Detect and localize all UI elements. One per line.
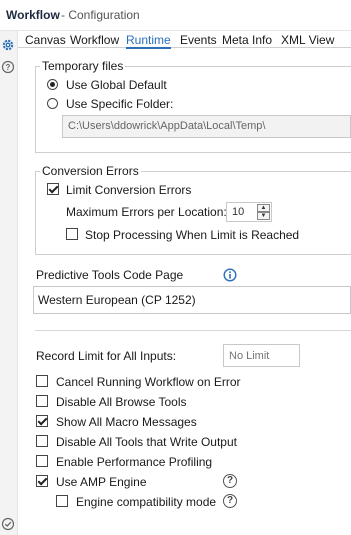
- info-icon[interactable]: [223, 268, 237, 285]
- enable-profiling-label[interactable]: Enable Performance Profiling: [56, 455, 212, 469]
- help-icon[interactable]: ?: [1, 60, 15, 74]
- tab-runtime[interactable]: Runtime: [126, 33, 171, 49]
- window-title: Workflow: [6, 8, 60, 22]
- max-errors-value[interactable]: 10: [232, 206, 244, 218]
- use-amp-engine-checkbox[interactable]: [36, 475, 48, 487]
- max-errors-label: Maximum Errors per Location:: [66, 205, 227, 219]
- section-divider: [35, 330, 351, 331]
- check-circle-icon[interactable]: [1, 517, 15, 531]
- folder-path-input[interactable]: C:\Users\ddowrick\AppData\Local\Temp\: [62, 115, 351, 138]
- enable-profiling-checkbox[interactable]: [36, 455, 48, 467]
- engine-compat-checkbox[interactable]: [56, 495, 68, 507]
- use-specific-folder-radio[interactable]: [47, 98, 58, 109]
- window-subtitle: - Configuration: [61, 8, 140, 22]
- disable-browse-tools-label[interactable]: Disable All Browse Tools: [56, 395, 187, 409]
- cancel-on-error-label[interactable]: Cancel Running Workflow on Error: [56, 375, 241, 389]
- max-errors-spinner[interactable]: 10 ▲ ▼: [226, 202, 272, 222]
- use-specific-folder-label[interactable]: Use Specific Folder:: [66, 97, 173, 111]
- tab-workflow[interactable]: Workflow: [70, 33, 119, 47]
- tab-bar: Canvas Workflow Runtime Events Meta Info…: [18, 31, 351, 49]
- record-limit-input[interactable]: [223, 344, 300, 367]
- engine-compat-label[interactable]: Engine compatibility mode: [76, 495, 216, 509]
- amp-engine-help-icon[interactable]: ?: [223, 474, 237, 488]
- code-page-select[interactable]: Western European (CP 1252): [33, 286, 351, 314]
- disable-write-output-label[interactable]: Disable All Tools that Write Output: [56, 435, 237, 449]
- use-amp-engine-label[interactable]: Use AMP Engine: [56, 475, 147, 489]
- engine-compat-help-icon[interactable]: ?: [223, 494, 237, 508]
- show-macro-messages-checkbox[interactable]: [36, 415, 48, 427]
- use-global-default-label[interactable]: Use Global Default: [66, 78, 167, 92]
- use-global-default-radio[interactable]: [47, 79, 58, 90]
- left-rail: ?: [0, 31, 18, 535]
- spin-up-icon[interactable]: ▲: [257, 204, 270, 212]
- show-macro-messages-label[interactable]: Show All Macro Messages: [56, 415, 197, 429]
- cancel-on-error-checkbox[interactable]: [36, 375, 48, 387]
- tab-meta-info[interactable]: Meta Info: [222, 33, 272, 47]
- stop-processing-checkbox[interactable]: [66, 228, 78, 240]
- temporary-files-legend: Temporary files: [40, 59, 126, 73]
- record-limit-label: Record Limit for All Inputs:: [36, 349, 177, 363]
- svg-text:?: ?: [6, 63, 11, 72]
- tab-xml-view[interactable]: XML View: [281, 33, 334, 47]
- spin-down-icon[interactable]: ▼: [257, 212, 270, 220]
- tab-events[interactable]: Events: [180, 33, 217, 47]
- disable-write-output-checkbox[interactable]: [36, 435, 48, 447]
- window-header: Workflow - Configuration: [0, 0, 351, 31]
- tab-canvas[interactable]: Canvas: [25, 33, 66, 47]
- gear-icon[interactable]: [1, 38, 15, 52]
- limit-conversion-errors-label[interactable]: Limit Conversion Errors: [66, 183, 191, 197]
- conversion-errors-legend: Conversion Errors: [40, 164, 141, 178]
- predictive-code-page-label: Predictive Tools Code Page: [36, 268, 184, 282]
- limit-conversion-errors-checkbox[interactable]: [47, 183, 59, 195]
- disable-browse-tools-checkbox[interactable]: [36, 395, 48, 407]
- stop-processing-label[interactable]: Stop Processing When Limit is Reached: [85, 228, 299, 242]
